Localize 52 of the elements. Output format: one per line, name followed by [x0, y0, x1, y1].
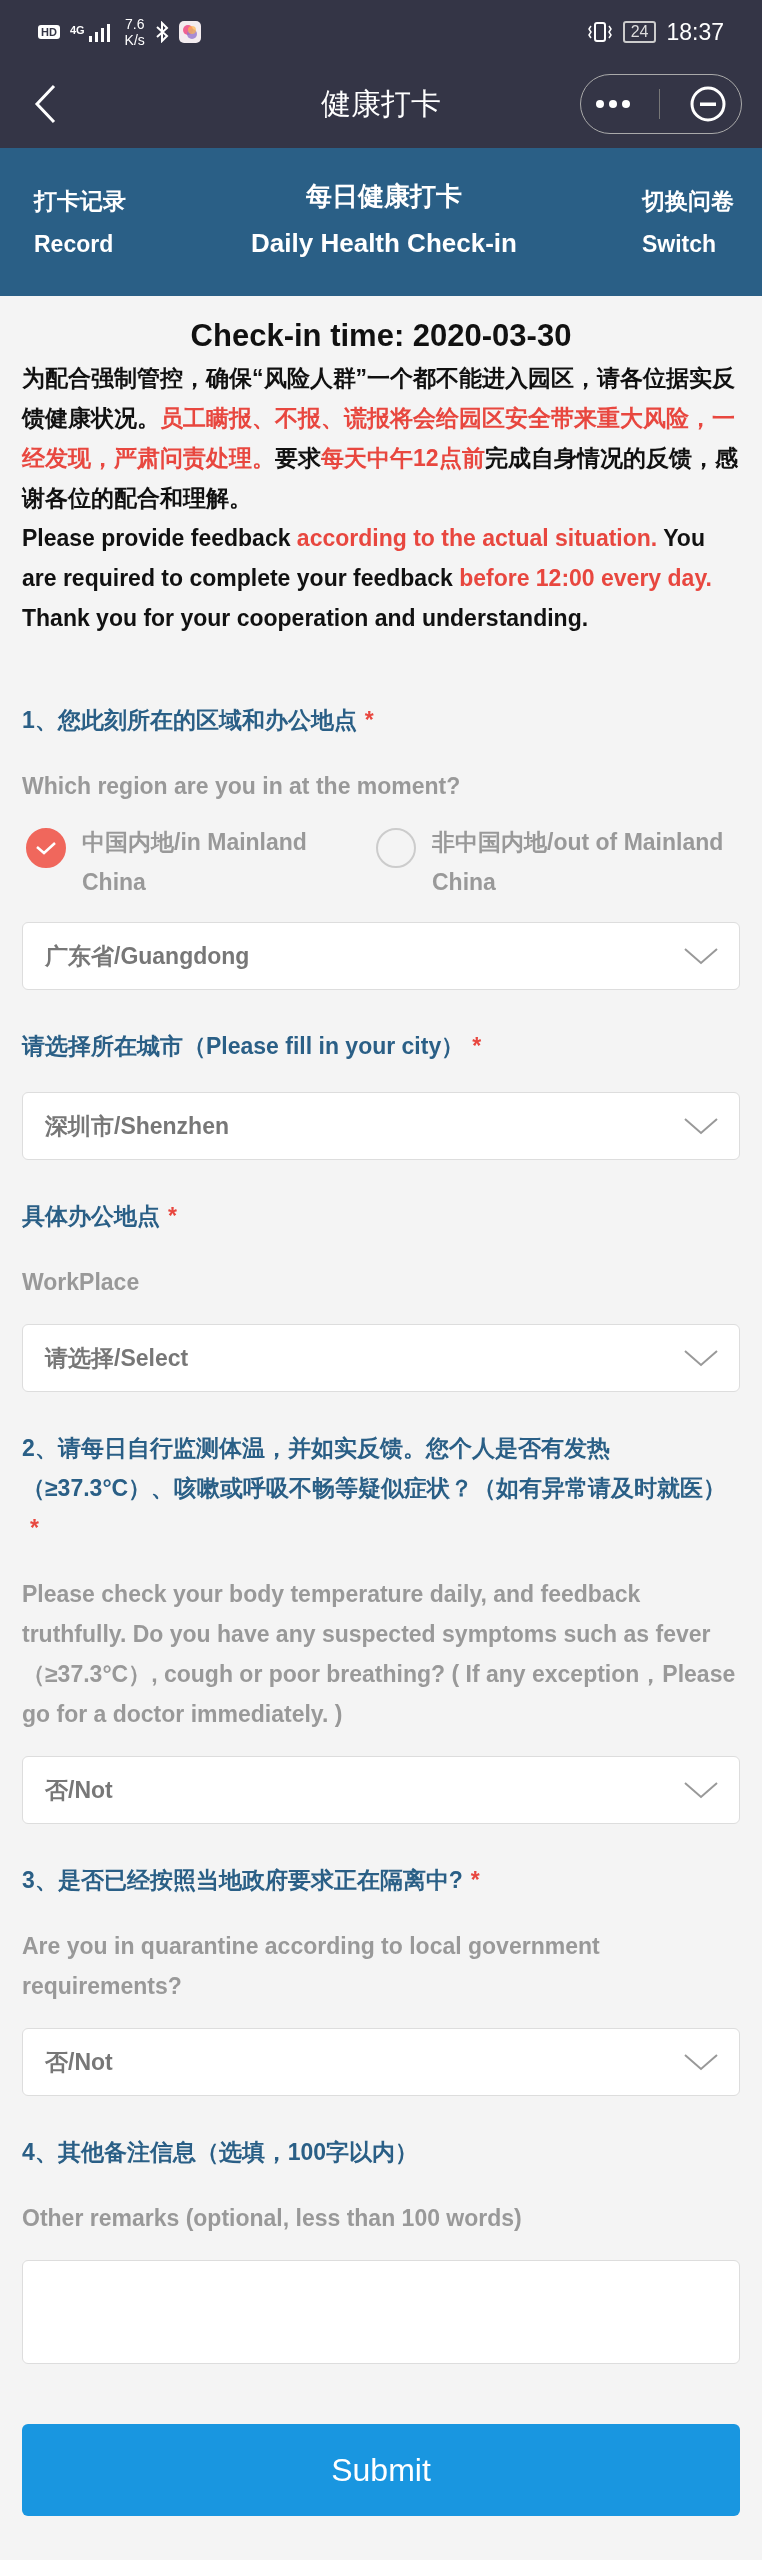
- check-icon: [34, 840, 58, 856]
- required-mark: *: [30, 1515, 39, 1541]
- chevron-down-icon: [683, 1349, 719, 1367]
- question-hint: Are you in quarantine according to local government requirements?: [22, 1932, 601, 2001]
- app-icon: [178, 21, 201, 43]
- radio-label[interactable]: 非中国内地/out of Mainland China: [432, 822, 740, 902]
- question-label: 4、其他备注信息（选填，100字以内）: [22, 2138, 420, 2167]
- network-label: 4G: [69, 24, 85, 36]
- required-mark: *: [470, 1867, 480, 1893]
- question-label: 2、请每日自行监测体温，并如实反馈。您个人是否有发热（≥37.3°C）、咳嗽或呼吸不畅等疑似症状？（如有异常请及时就医） *: [22, 1434, 728, 1543]
- radio-label[interactable]: 中国内地/in Mainland China: [82, 822, 352, 902]
- more-icon[interactable]: [595, 99, 632, 109]
- select-field[interactable]: 请选择/Select: [22, 1324, 740, 1392]
- form-title: 每日健康打卡: [306, 180, 462, 213]
- chevron-down-icon: [683, 2053, 719, 2071]
- page-title: 健康打卡: [321, 85, 441, 122]
- question-hint: Other remarks (optional, less than 100 words): [22, 2204, 523, 2233]
- chevron-down-icon: [683, 1117, 719, 1135]
- bluetooth-icon: [154, 21, 169, 43]
- checkin-time: Check-in time: 2020-03-30: [189, 318, 573, 354]
- battery-indicator: 24: [622, 21, 657, 43]
- radio-button[interactable]: [26, 828, 66, 868]
- network-speed: 7.6 K/s: [124, 16, 145, 48]
- question-hint: WorkPlace: [22, 1268, 141, 1297]
- notice-paragraph: 为配合强制管控，确保“风险人群”一个都不能进入园区，请各位据实反馈健康状况。员工瞒报、不报、谎报将会给园区安全带来重大风险，一经发现，严肃问责处理。要求每天中午12点前完成自身情况的反馈，感谢各位的配合和理解。: [22, 364, 739, 513]
- required-mark: *: [364, 707, 374, 733]
- question-hint: Please check your body temperature daily, and feedback truthfully. Do you have any suspected symptoms such as fever（≥37.3°C）, cough or poor breathing? ( If any exception，Please go for a doctor immediately. ): [22, 1580, 737, 1729]
- question-label: 请选择所在城市（Please fill in your city） *: [22, 1032, 483, 1061]
- record-link[interactable]: 打卡记录 Record: [34, 186, 126, 258]
- radio-button[interactable]: [376, 828, 416, 868]
- question-label: 具体办公地点 *: [22, 1202, 178, 1231]
- form-subtitle: Daily Health Check-in: [251, 228, 517, 259]
- clock: 18:37: [666, 18, 724, 46]
- close-icon[interactable]: [688, 85, 727, 123]
- question-hint: Which region are you in at the moment?: [22, 772, 462, 801]
- select-field[interactable]: 广东省/Guangdong: [22, 922, 740, 990]
- switch-link[interactable]: 切换问卷 Switch: [642, 186, 734, 258]
- hd-badge: HD: [38, 25, 60, 39]
- question-label: 1、您此刻所在的区域和办公地点 *: [22, 706, 375, 735]
- chevron-down-icon: [683, 947, 719, 965]
- chevron-down-icon: [683, 1781, 719, 1799]
- notice-paragraph: Please provide feedback according to the actual situation. You are required to complete your feedback before 12:00 every day. Thank you for your cooperation and understanding.: [22, 524, 713, 633]
- select-field[interactable]: 否/Not: [22, 1756, 740, 1824]
- vibrate-icon: [586, 21, 613, 43]
- select-field[interactable]: 深圳市/Shenzhen: [22, 1092, 740, 1160]
- back-icon[interactable]: [34, 84, 56, 124]
- remarks-field[interactable]: [22, 2260, 740, 2364]
- submit-button[interactable]: Submit: [22, 2424, 740, 2516]
- question-label: 3、是否已经按照当地政府要求正在隔离中? *: [22, 1866, 481, 1895]
- select-field[interactable]: 否/Not: [22, 2028, 740, 2096]
- required-mark: *: [472, 1033, 482, 1059]
- required-mark: *: [168, 1203, 177, 1229]
